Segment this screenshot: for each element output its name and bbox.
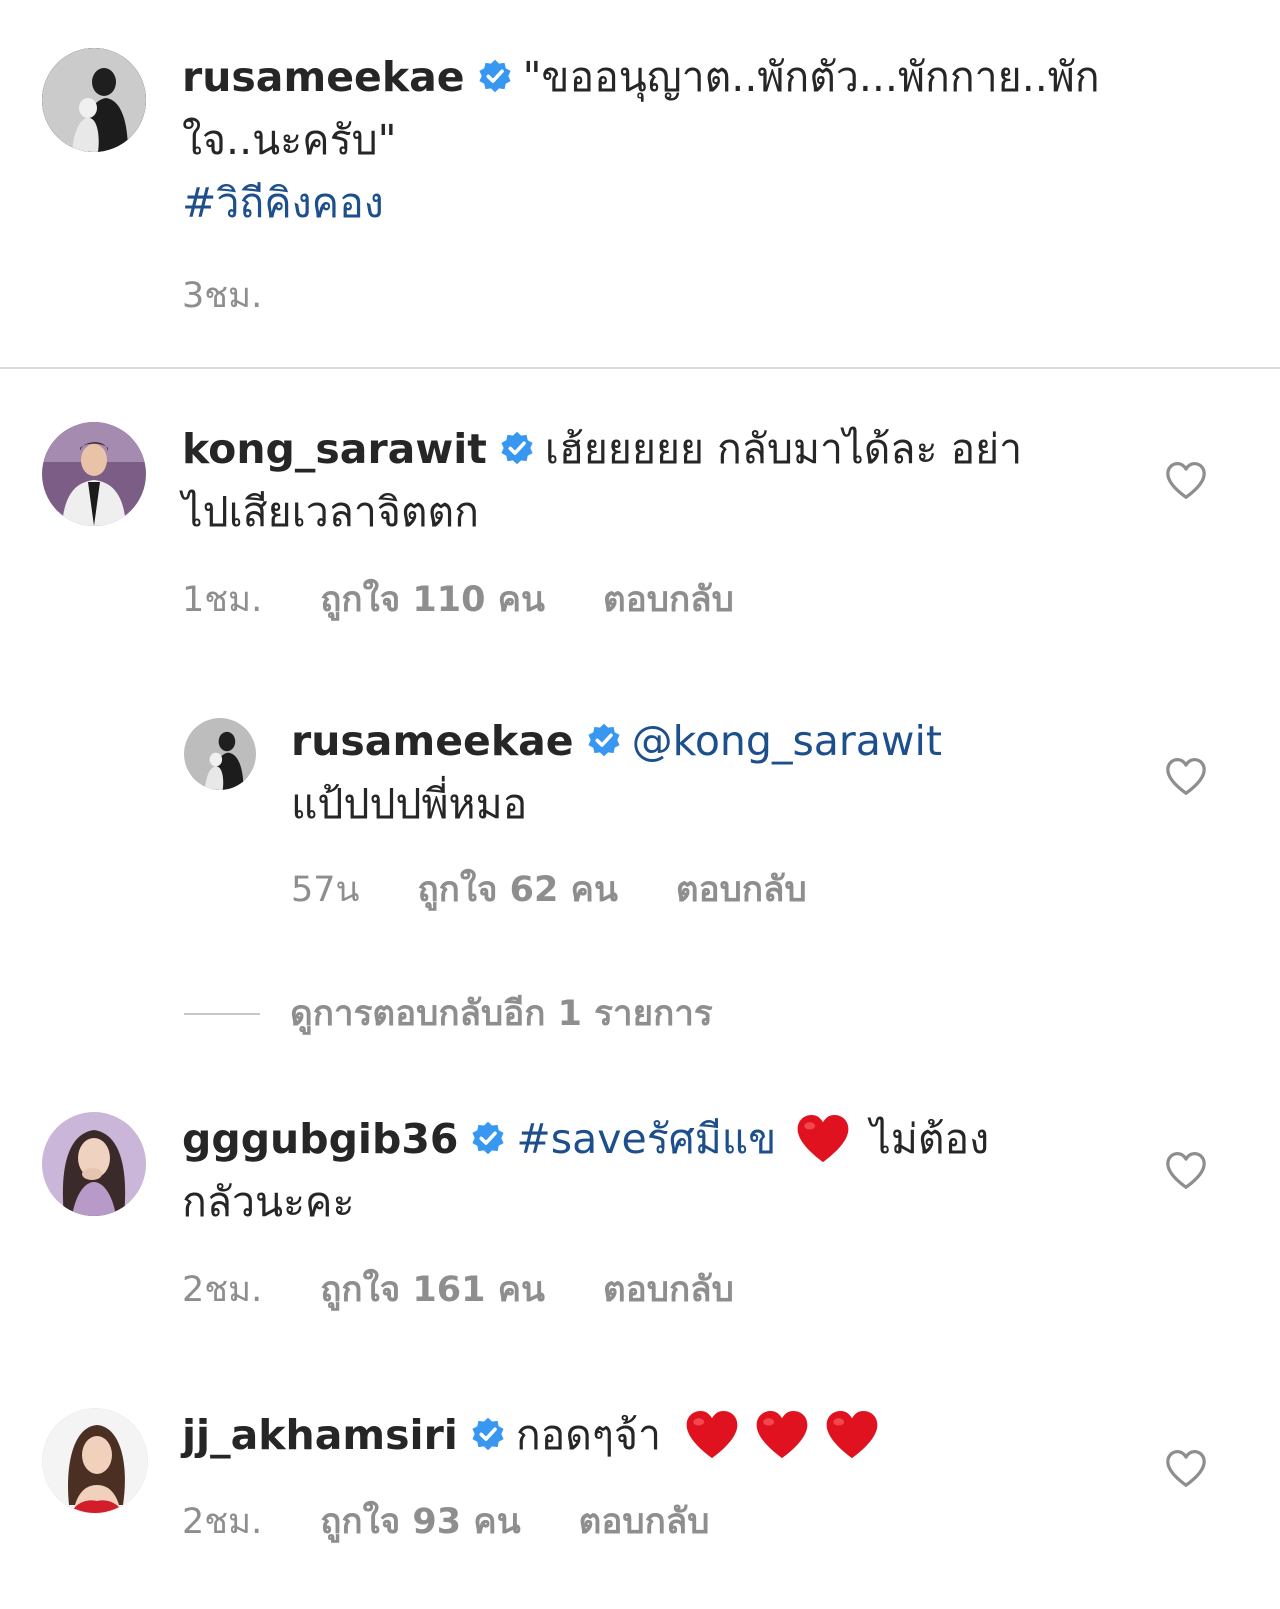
reply-button[interactable]: ตอบกลับ xyxy=(603,572,734,627)
view-more-replies[interactable]: ดูการตอบกลับอีก 1 รายการ xyxy=(184,986,713,1041)
reply-text: แป้ปปปพี่หมอ xyxy=(291,780,528,828)
verified-badge-icon xyxy=(477,58,513,94)
divider xyxy=(184,1012,260,1015)
avatar[interactable] xyxy=(42,1112,146,1216)
heart-outline-icon[interactable] xyxy=(1164,1150,1208,1190)
reply-username[interactable]: rusameekae xyxy=(291,717,574,765)
caption-username[interactable]: rusameekae xyxy=(182,53,465,101)
reply-button[interactable]: ตอบกลับ xyxy=(603,1262,734,1317)
red-heart-emoji xyxy=(794,1111,852,1165)
heart-outline-icon[interactable] xyxy=(1164,756,1208,796)
comment-username[interactable]: kong_sarawit xyxy=(182,425,487,473)
reply-button[interactable]: ตอบกลับ xyxy=(579,1494,710,1549)
caption-time: 3ชม. xyxy=(182,276,263,316)
comment-time: 2ชม. xyxy=(182,1270,263,1310)
verified-badge-icon xyxy=(499,430,535,466)
heart-outline-icon[interactable] xyxy=(1164,1448,1208,1488)
comment-text: กลัวนะคะ xyxy=(182,1178,355,1226)
comment-time: 1ชม. xyxy=(182,580,263,620)
verified-badge-icon xyxy=(470,1416,506,1452)
comment-hashtag[interactable]: #saveรัศมีแข xyxy=(516,1115,776,1163)
comment-text: กอดๆจ้า xyxy=(515,1411,662,1459)
avatar[interactable] xyxy=(42,422,146,526)
red-heart-emoji xyxy=(823,1407,881,1461)
reply-button[interactable]: ตอบกลับ xyxy=(676,862,807,917)
comment-text: ไปเสียเวลาจิตตก xyxy=(182,488,479,536)
mention-link[interactable]: @kong_sarawit xyxy=(632,717,942,765)
verified-badge-icon xyxy=(586,722,622,758)
avatar[interactable] xyxy=(184,718,256,790)
likes-count[interactable]: ถูกใจ 93 คน xyxy=(320,1494,520,1549)
likes-count[interactable]: ถูกใจ 161 คน xyxy=(320,1262,545,1317)
comment-username[interactable]: jj_akhamsiri xyxy=(182,1411,458,1459)
view-more-replies-label[interactable]: ดูการตอบกลับอีก 1 รายการ xyxy=(290,986,713,1041)
verified-badge-icon xyxy=(470,1120,506,1156)
comment-username[interactable]: gggubgib36 xyxy=(182,1115,458,1163)
red-heart-emoji xyxy=(753,1407,811,1461)
comment-text: ไม่ต้อง xyxy=(870,1115,990,1163)
caption-text: ใจ..นะครับ" xyxy=(182,116,397,164)
red-heart-emoji xyxy=(683,1407,741,1461)
comment-text: เฮ้ยยยยย กลับมาได้ละ อย่า xyxy=(544,425,1023,473)
caption-text: "ขออนุญาต..พักตัว...พักกาย..พัก xyxy=(522,53,1100,101)
comment-time: 2ชม. xyxy=(182,1502,263,1542)
likes-count[interactable]: ถูกใจ 110 คน xyxy=(320,572,545,627)
heart-outline-icon[interactable] xyxy=(1164,460,1208,500)
avatar[interactable] xyxy=(42,48,146,152)
likes-count[interactable]: ถูกใจ 62 คน xyxy=(417,862,617,917)
reply-time: 57น xyxy=(291,870,360,910)
avatar[interactable] xyxy=(42,1408,148,1514)
caption-hashtag[interactable]: #วิถีคิงคอง xyxy=(182,179,384,227)
divider xyxy=(0,367,1280,369)
